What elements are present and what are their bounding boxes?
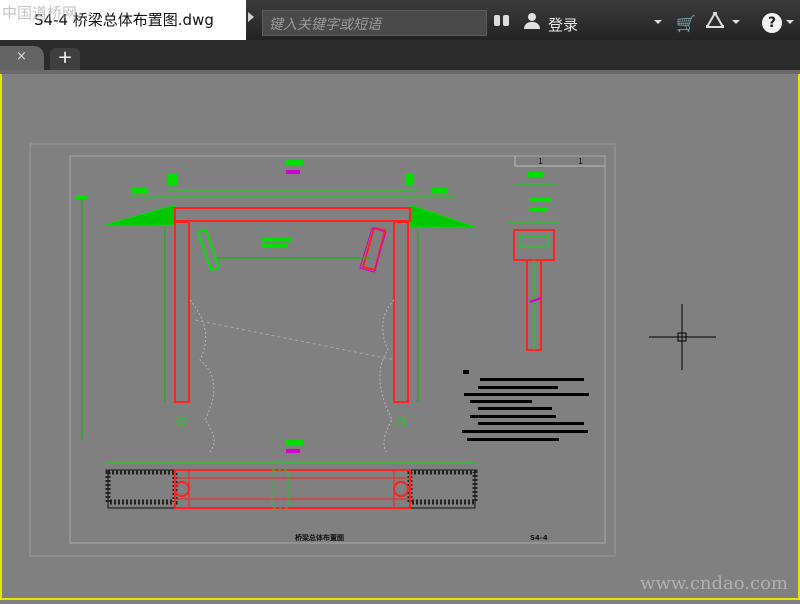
- exchange-dropdown-icon[interactable]: [732, 20, 740, 24]
- drawing-svg: 1 1 桥梁总体布置图 S4-4: [29, 143, 716, 557]
- left-abutment-slope: [104, 204, 176, 226]
- section-view: [508, 172, 560, 351]
- tab-drawing[interactable]: ×: [0, 46, 44, 70]
- notes: [462, 370, 589, 441]
- left-pile: [174, 221, 190, 403]
- tab-bar: × +: [0, 40, 800, 70]
- section-label-a: 1: [538, 157, 543, 166]
- left-plan-hatch: [105, 469, 178, 505]
- crosshair-cursor: [649, 304, 716, 370]
- plan-deck: [174, 469, 411, 509]
- right-abutment-slope: [409, 204, 476, 228]
- help-dropdown-icon[interactable]: [786, 20, 794, 24]
- drawing-canvas[interactable]: 1 1 桥梁总体布置图 S4-4 www.cndao.com: [0, 74, 800, 600]
- cart-icon[interactable]: 🛒: [676, 14, 696, 33]
- search-placeholder: 键入关键字或短语: [269, 17, 381, 33]
- user-icon[interactable]: [524, 13, 540, 29]
- plan-view: [105, 440, 478, 509]
- login-dropdown-icon[interactable]: [654, 20, 662, 24]
- section-label-b: 1: [578, 157, 583, 166]
- binoculars-icon[interactable]: [494, 12, 510, 28]
- deck-beam: [174, 207, 411, 222]
- new-tab-button[interactable]: +: [50, 48, 80, 70]
- title-bar: S4-4 桥梁总体布置图.dwg 中国道桥网 键入关键字或短语 登录 🛒 ?: [0, 0, 800, 40]
- right-plan-hatch: [407, 469, 478, 505]
- watermark-top: 中国道桥网: [2, 4, 78, 22]
- sheet-number-text: S4-4: [530, 534, 548, 542]
- help-button[interactable]: ?: [762, 13, 782, 33]
- search-box[interactable]: 键入关键字或短语: [262, 10, 487, 36]
- expand-arrow-icon[interactable]: [248, 12, 254, 22]
- title-block-text: 桥梁总体布置图: [295, 533, 344, 542]
- close-tab-icon[interactable]: ×: [16, 49, 27, 64]
- right-pile: [393, 221, 409, 403]
- login-link[interactable]: 登录: [548, 14, 578, 35]
- watermark-bottom: www.cndao.com: [640, 573, 788, 594]
- elevation-view: [75, 160, 476, 453]
- exchange-icon[interactable]: [706, 12, 724, 28]
